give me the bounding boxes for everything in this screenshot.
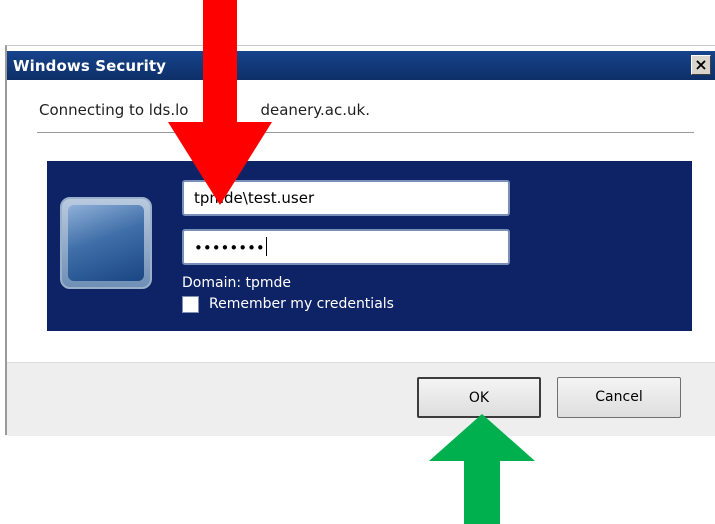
ok-button[interactable]: OK	[417, 377, 541, 418]
credential-tile: •••••••• Domain: tpmde Remember my crede…	[47, 161, 692, 331]
red-down-arrow-icon	[168, 0, 272, 205]
screenshot-stage: Windows Security × Connecting to lds.lo d…	[0, 0, 715, 524]
remember-checkbox[interactable]	[182, 296, 199, 313]
password-dots: ••••••••	[194, 239, 265, 257]
user-tile-icon	[60, 197, 152, 289]
window-title: Windows Security	[13, 57, 167, 75]
remember-label: Remember my credentials	[209, 296, 394, 312]
password-mask: ••••••••	[194, 237, 267, 257]
separator-line	[37, 132, 694, 133]
red-arrow-shape	[168, 0, 272, 205]
button-bar: OK Cancel	[7, 362, 715, 436]
title-bar: Windows Security ×	[7, 51, 715, 80]
close-icon: ×	[694, 55, 708, 74]
green-arrow-shape	[429, 414, 535, 524]
text-caret	[265, 237, 267, 256]
password-input[interactable]: ••••••••	[182, 229, 510, 265]
green-up-arrow-icon	[429, 414, 535, 524]
domain-label: Domain: tpmde	[182, 275, 292, 291]
close-button[interactable]: ×	[691, 55, 711, 75]
cancel-button[interactable]: Cancel	[557, 377, 681, 418]
windows-security-dialog: Windows Security × Connecting to lds.lo d…	[5, 45, 715, 436]
user-tile-image	[68, 205, 144, 281]
